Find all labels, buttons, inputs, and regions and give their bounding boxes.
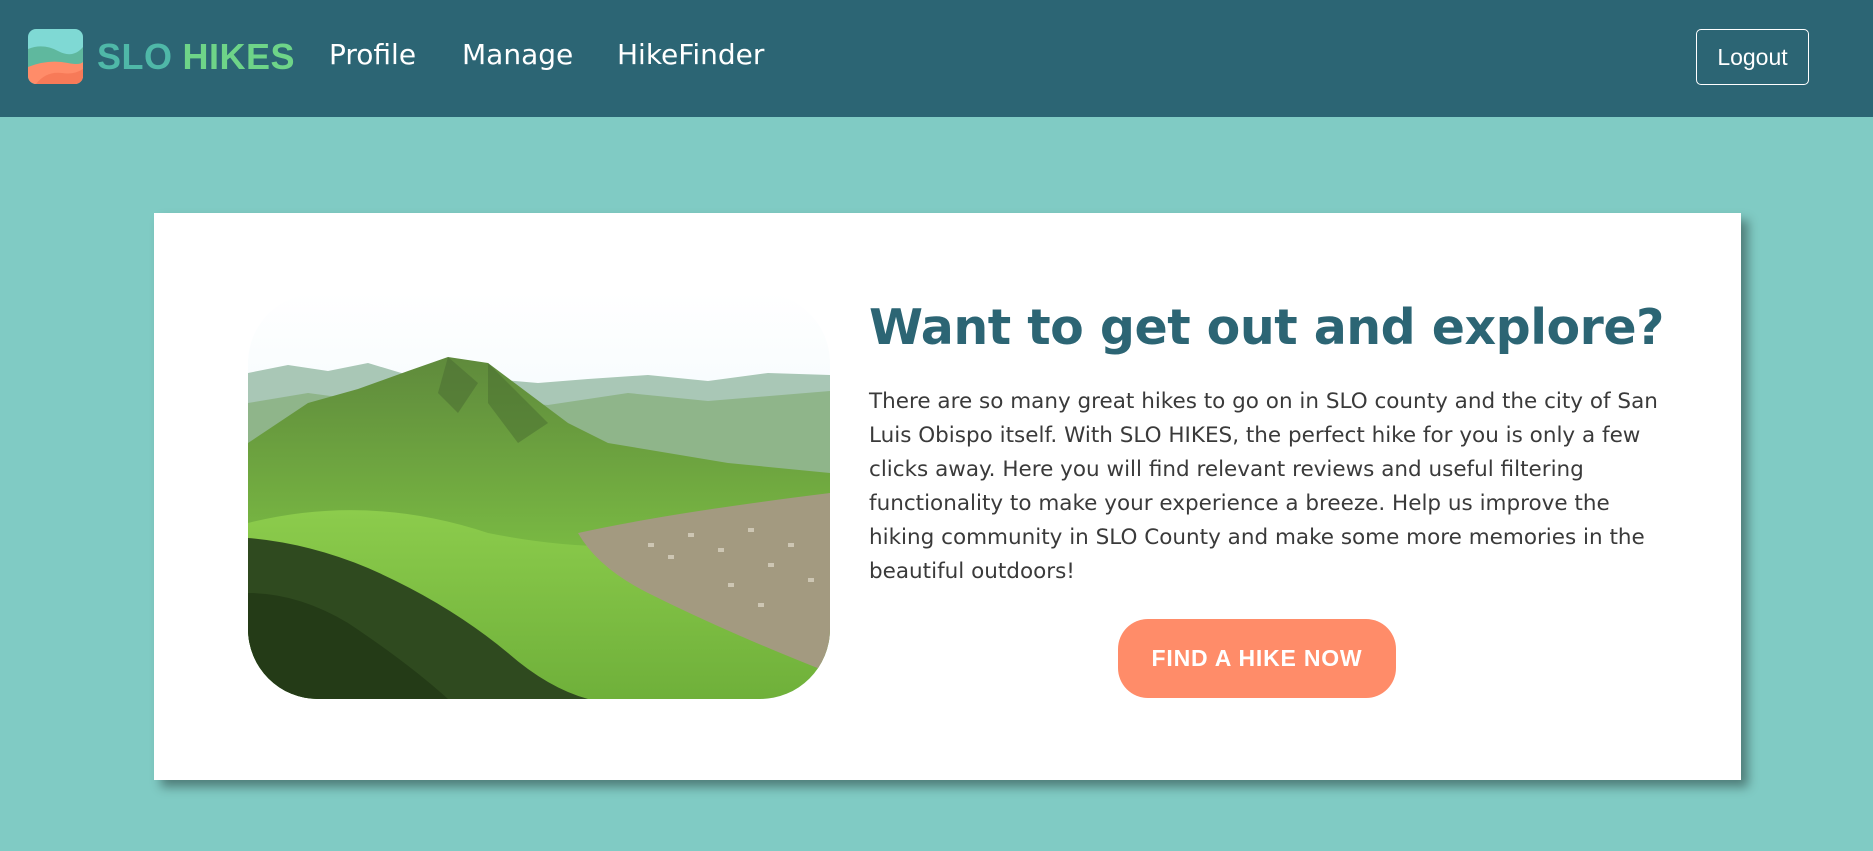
nav-link-hikefinder[interactable]: HikeFinder bbox=[617, 38, 764, 71]
brand-slo-text: SLO bbox=[97, 35, 173, 77]
hero-headline: Want to get out and explore? bbox=[869, 299, 1664, 356]
brand-hikes-text: HIKES bbox=[182, 35, 296, 77]
nav-link-profile[interactable]: Profile bbox=[329, 38, 416, 71]
brand-home-link[interactable]: SLO HIKES bbox=[28, 29, 295, 84]
nav-link-manage[interactable]: Manage bbox=[462, 38, 573, 71]
hero-card: Want to get out and explore? There are s… bbox=[154, 213, 1741, 780]
brand-name: SLO HIKES bbox=[97, 36, 295, 78]
hero-mountain-image bbox=[248, 293, 830, 699]
landscape-logo-icon bbox=[28, 29, 83, 84]
logout-button[interactable]: Logout bbox=[1696, 29, 1809, 85]
top-navbar: SLO HIKES Profile Manage HikeFinder Logou… bbox=[0, 0, 1873, 117]
hero-description: There are so many great hikes to go on i… bbox=[869, 389, 1658, 584]
find-hike-button[interactable]: FIND A HIKE NOW bbox=[1118, 619, 1396, 698]
